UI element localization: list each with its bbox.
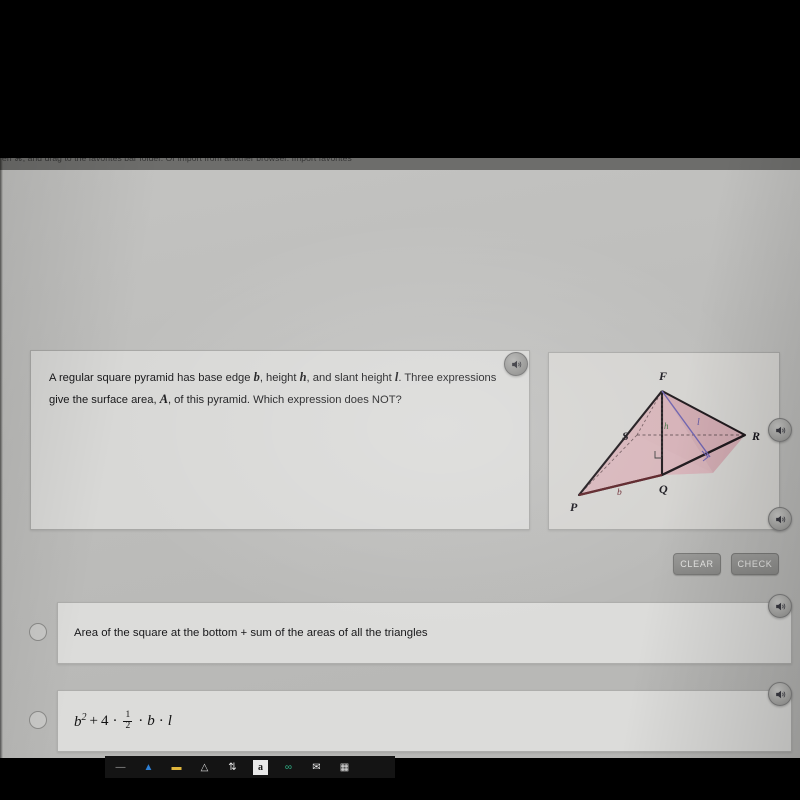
- math-exponent: 2: [81, 711, 87, 723]
- figure-card: F P Q R S b h l: [548, 352, 780, 530]
- math-l: l: [167, 712, 172, 729]
- office-icon[interactable]: ∞: [281, 760, 296, 775]
- action-bar: CLEAR CHECK: [0, 548, 800, 580]
- speaker-icon: [511, 360, 521, 368]
- answer-option-card-1[interactable]: b2 + 4 · 1 2 · b · l: [57, 690, 792, 752]
- speaker-icon: [775, 515, 785, 523]
- people-icon[interactable]: ⇅: [225, 760, 240, 775]
- speaker-icon: [775, 690, 785, 698]
- label-height-h: h: [664, 421, 669, 431]
- question-text: A regular square pyramid has base edge b…: [49, 367, 511, 410]
- bookmark-hint-text: en ⌘, and drag to the favorites bar fold…: [2, 158, 352, 163]
- vertex-label-S: S: [622, 429, 629, 443]
- math-dot-1: ·: [112, 712, 118, 729]
- answer-option-text-0: Area of the square at the bottom + sum o…: [74, 627, 428, 639]
- question-card: A regular square pyramid has base edge b…: [30, 350, 530, 530]
- label-base-edge-b: b: [617, 488, 622, 498]
- math-fraction-numerator: 1: [123, 709, 133, 722]
- browser-icon[interactable]: ▲: [141, 760, 156, 775]
- answer-option-row[interactable]: b2 + 4 · 1 2 · b · l: [0, 690, 800, 752]
- photo-left-shadow: [0, 158, 3, 778]
- question-text-part-1: A regular square pyramid has base edge: [49, 372, 254, 384]
- speaker-button-question[interactable]: [504, 352, 528, 376]
- question-var-h: h: [299, 370, 307, 384]
- math-dot-3: ·: [158, 712, 164, 729]
- label-slant-height-l: l: [697, 417, 700, 428]
- question-var-A: A: [159, 391, 168, 406]
- radio-button-option-1[interactable]: [29, 711, 47, 729]
- math-dot-2: ·: [138, 712, 144, 729]
- calculator-icon[interactable]: ▦: [337, 760, 352, 775]
- question-text-part-3: , and slant height: [306, 372, 395, 384]
- vertex-label-F: F: [658, 369, 667, 383]
- windows-taskbar[interactable]: — ▲ ▬ △ ⇅ a ∞ ✉ ▦: [105, 756, 395, 778]
- math-plus: +: [89, 712, 98, 729]
- speaker-button-option-0[interactable]: [768, 418, 792, 442]
- monitor-photo: en ⌘, and drag to the favorites bar fold…: [0, 0, 800, 800]
- minimize-icon[interactable]: —: [113, 760, 128, 775]
- check-button[interactable]: CHECK: [731, 553, 779, 575]
- math-fraction-denominator: 2: [125, 720, 131, 731]
- school-icon[interactable]: △: [197, 760, 212, 775]
- speaker-icon: [775, 426, 785, 434]
- answer-option-row[interactable]: Area of the square at the bottom + sum o…: [0, 602, 800, 664]
- vertex-label-R: R: [751, 429, 760, 443]
- math-b-2: b: [147, 712, 155, 729]
- question-text-part-5: , of this pyramid. Which expression does…: [167, 393, 402, 406]
- folder-icon[interactable]: ▬: [169, 760, 184, 775]
- quiz-page: A regular square pyramid has base edge b…: [0, 170, 800, 758]
- math-b: b: [74, 713, 82, 730]
- answer-option-card-0[interactable]: Area of the square at the bottom + sum o…: [57, 602, 792, 664]
- clear-button[interactable]: CLEAR: [673, 553, 721, 575]
- acrobat-icon[interactable]: a: [253, 759, 268, 775]
- question-text-part-2: , height: [259, 372, 300, 384]
- vertex-label-P: P: [570, 500, 578, 514]
- speaker-icon: [775, 602, 785, 610]
- radio-button-option-0[interactable]: [29, 623, 47, 641]
- math-four: 4: [100, 712, 109, 729]
- vertex-label-Q: Q: [659, 482, 668, 496]
- mail-icon[interactable]: ✉: [309, 760, 324, 775]
- speaker-button-option-1[interactable]: [768, 507, 792, 531]
- browser-viewport: en ⌘, and drag to the favorites bar fold…: [0, 158, 800, 758]
- speaker-button-option-3[interactable]: [768, 682, 792, 706]
- photo-bottom-border: [0, 778, 800, 800]
- speaker-button-option-2[interactable]: [768, 594, 792, 618]
- math-fraction-half: 1 2: [123, 709, 133, 732]
- bookmark-bar-hint: en ⌘, and drag to the favorites bar fold…: [0, 158, 800, 170]
- square-pyramid-diagram: F P Q R S b h l: [570, 369, 760, 514]
- answer-option-math-1: b2 + 4 · 1 2 · b · l: [74, 709, 172, 732]
